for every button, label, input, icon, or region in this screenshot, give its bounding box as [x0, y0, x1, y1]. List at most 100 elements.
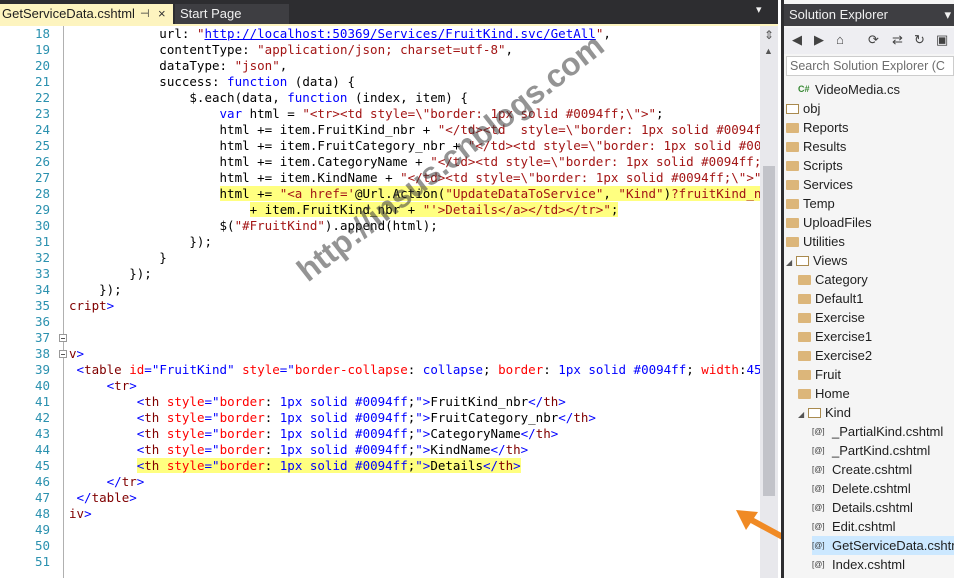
folder-open-icon: [808, 407, 821, 418]
code-token: 1px solid #0094ff: [279, 458, 408, 473]
code-token: border: [219, 394, 265, 409]
back-icon[interactable]: ◀: [792, 32, 802, 48]
code-token: 45%: [746, 362, 760, 377]
code-token: style: [166, 394, 205, 409]
code-area[interactable]: url: "http://localhost:50369/Services/Fr…: [0, 26, 760, 578]
code-token: =": [204, 458, 220, 473]
code-token: $(: [69, 218, 235, 233]
code-token: </: [106, 474, 122, 489]
tree-item[interactable]: [@] Delete.cshtml: [812, 479, 954, 498]
code-token: >: [550, 426, 559, 441]
code-token: cript: [69, 298, 107, 313]
code-line: <th style="border: 1px solid #0094ff;">F…: [69, 394, 566, 410]
code-token: tr: [114, 378, 130, 393]
cshtml-file-icon: [@]: [812, 465, 825, 475]
folder-icon: [798, 369, 811, 380]
tree-item[interactable]: Default1: [798, 289, 954, 308]
tree-item[interactable]: [@] Edit.cshtml: [812, 517, 954, 536]
highlighted-code: <th style="border: 1px solid #0094ff;">D…: [136, 458, 521, 473]
history-icon[interactable]: ⟳: [868, 32, 879, 48]
code-token: style: [166, 458, 205, 473]
tree-item[interactable]: [@] Create.cshtml: [812, 460, 954, 479]
tree-item[interactable]: Exercise2: [798, 346, 954, 365]
code-token: :: [264, 394, 280, 409]
folder-icon: [786, 141, 799, 152]
tree-item[interactable]: UploadFiles: [786, 213, 954, 232]
tab-getservicedata[interactable]: GetServiceData.cshtml ⊣ ×: [0, 4, 173, 24]
tree-item[interactable]: Scripts: [786, 156, 954, 175]
code-token: ;: [656, 106, 664, 121]
tree-item[interactable]: Results: [786, 137, 954, 156]
tree-item[interactable]: ◢ Views: [786, 251, 954, 270]
cshtml-file-icon: [@]: [812, 484, 825, 494]
refresh-icon[interactable]: ↻: [914, 32, 925, 48]
tree-item[interactable]: Fruit: [798, 365, 954, 384]
folder-icon: [786, 179, 799, 190]
code-line: </tr>: [69, 474, 145, 490]
code-token: >: [136, 474, 145, 489]
expand-arrow-icon[interactable]: ◢: [798, 405, 806, 424]
sync-icon[interactable]: ⇄: [892, 32, 903, 48]
collapse-toggle-icon[interactable]: [59, 334, 67, 342]
close-icon[interactable]: ×: [158, 4, 166, 24]
tree-item[interactable]: Services: [786, 175, 954, 194]
code-token: ?fruitKind_nbr=": [671, 186, 760, 201]
code-editor[interactable]: 18 19 20 21 22 23 24 25 26 27 28 29 30 31 32 33 34 35 36 37…: [0, 26, 760, 578]
tree-item[interactable]: Exercise1: [798, 327, 954, 346]
tree-item[interactable]: Category: [798, 270, 954, 289]
scrollbar-thumb[interactable]: [763, 166, 775, 496]
editor-vertical-scrollbar[interactable]: ⇕ ▲: [760, 26, 778, 578]
code-line: + item.FruitKind_nbr + "'>Details</a></t…: [69, 202, 619, 218]
tree-item[interactable]: ◢ Kind: [798, 403, 954, 422]
code-line: contentType: "application/json; charset=…: [69, 42, 513, 58]
code-token: "Kind": [618, 186, 664, 201]
tree-item[interactable]: Exercise: [798, 308, 954, 327]
tree-item[interactable]: Reports: [786, 118, 954, 137]
tree-item-label: _PartialKind.cshtml: [832, 424, 944, 439]
code-token: style: [166, 442, 205, 457]
code-token: success:: [69, 74, 228, 89]
collapse-icon[interactable]: ▣: [936, 32, 948, 48]
code-token: "<a href=': [279, 186, 355, 201]
code-token: border: [498, 362, 544, 377]
code-token: >: [76, 346, 85, 361]
split-editor-icon[interactable]: ⇕: [763, 28, 775, 42]
tree-item[interactable]: obj: [786, 99, 954, 118]
folder-icon: [798, 331, 811, 342]
code-token: >: [520, 442, 529, 457]
tree-item[interactable]: [@] GetServiceData.cshtml: [812, 536, 954, 555]
code-token: function: [287, 90, 348, 105]
tree-item[interactable]: [@] Index.cshtml: [812, 555, 954, 574]
tree-item-label: VideoMedia.cs: [815, 82, 901, 97]
chevron-down-icon[interactable]: ▾: [756, 3, 762, 16]
tree-item[interactable]: Home: [798, 384, 954, 403]
pin-icon[interactable]: ⊣: [140, 4, 150, 24]
folder-icon: [786, 160, 799, 171]
panel-menu-icon[interactable]: ▾: [944, 4, 951, 26]
code-line: cript>: [69, 298, 114, 314]
solution-explorer-search-input[interactable]: Search Solution Explorer (C: [786, 56, 954, 76]
expand-arrow-icon[interactable]: ◢: [786, 253, 794, 272]
tree-item[interactable]: Temp: [786, 194, 954, 213]
code-token: th: [505, 442, 521, 457]
scroll-up-icon[interactable]: ▲: [764, 46, 773, 56]
cshtml-file-icon: [@]: [812, 560, 825, 570]
code-token: 1px solid #0094ff: [279, 426, 408, 441]
tree-item[interactable]: [@] _PartKind.cshtml: [812, 441, 954, 460]
tree-item[interactable]: C# VideoMedia.cs: [798, 80, 954, 99]
code-token: >: [106, 298, 115, 313]
tab-start-page[interactable]: Start Page: [175, 4, 289, 24]
code-token: ;: [610, 202, 619, 217]
code-token: });: [69, 234, 212, 249]
collapse-toggle-icon[interactable]: [59, 350, 67, 358]
forward-icon[interactable]: ▶: [814, 32, 824, 48]
code-token: iv: [69, 506, 85, 521]
tree-item[interactable]: [@] _PartialKind.cshtml: [812, 422, 954, 441]
tree-item[interactable]: Utilities: [786, 232, 954, 251]
home-icon[interactable]: ⌂: [836, 32, 844, 48]
tree-item-label: Exercise: [815, 310, 865, 325]
code-token: </: [520, 426, 536, 441]
tree-item[interactable]: [@] Details.cshtml: [812, 498, 954, 517]
